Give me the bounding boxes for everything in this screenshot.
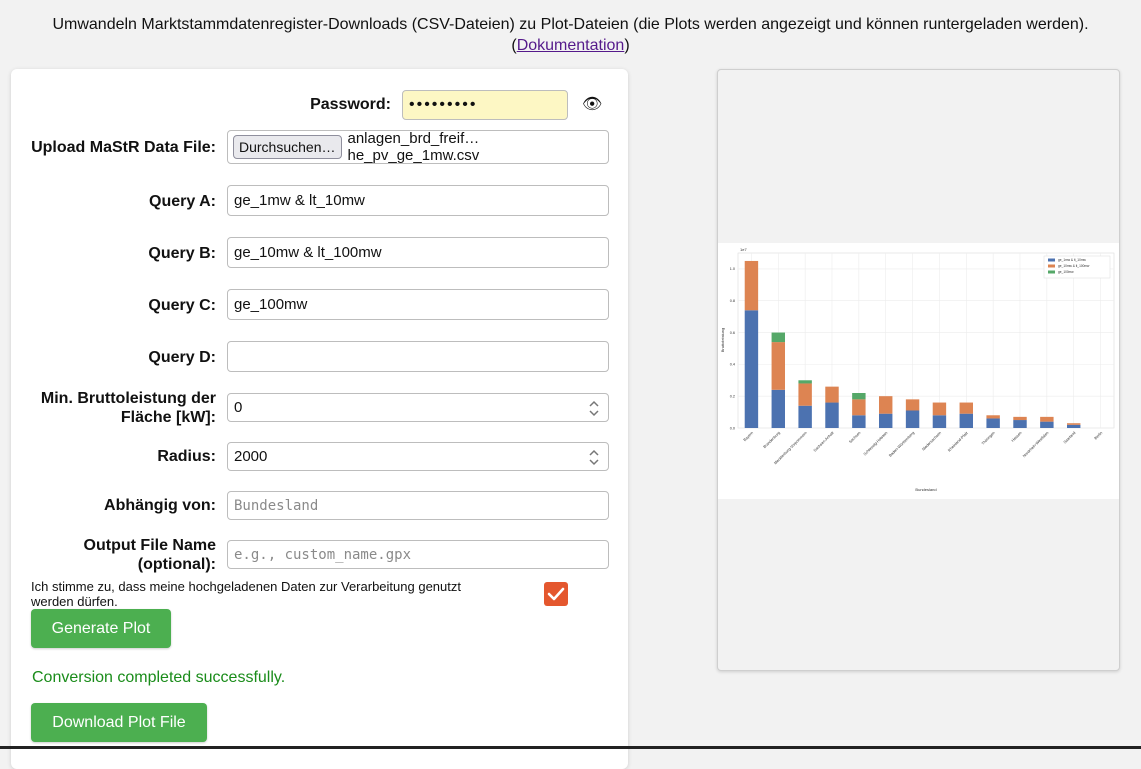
- bar-segment: [1067, 423, 1081, 425]
- browse-button[interactable]: Durchsuchen…: [233, 135, 342, 159]
- depends-input[interactable]: Bundesland: [227, 491, 609, 520]
- x-tick-label: Hessen: [1011, 431, 1023, 443]
- query-a-input[interactable]: ge_1mw & lt_10mw: [227, 185, 609, 216]
- x-tick-label: Sachsen-Anhalt: [813, 430, 835, 452]
- bar-segment: [744, 310, 759, 428]
- y-tick-label: 1.0: [730, 267, 735, 271]
- x-axis-label: Bundesland: [915, 487, 936, 492]
- query-c-input[interactable]: ge_100mw: [227, 289, 609, 320]
- bar-segment: [852, 393, 866, 400]
- generate-plot-button[interactable]: Generate Plot: [31, 609, 171, 648]
- download-plot-button[interactable]: Download Plot File: [31, 703, 207, 742]
- bar-segment: [1040, 421, 1054, 428]
- upload-label: Upload MaStR Data File:: [31, 139, 216, 156]
- bar-segment: [771, 332, 785, 343]
- bar-segment: [986, 418, 1000, 428]
- status-message: Conversion completed successfully.: [32, 669, 286, 686]
- query-b-label: Query B:: [148, 245, 216, 262]
- checkmark-icon: [547, 587, 565, 601]
- bar-segment: [825, 386, 839, 403]
- bar-chart: Bayern BrandenburgMecklenburg-Vorpommern S…: [720, 247, 1115, 492]
- x-tick-label: Nordrhein-Westfalen: [1022, 431, 1049, 458]
- bar-segment: [905, 399, 920, 411]
- bar-segment: [1040, 416, 1054, 422]
- x-tick-label: Saarland: [1063, 431, 1077, 445]
- plot-area: [737, 252, 1115, 429]
- bar-segment: [744, 260, 759, 311]
- plot-image: Bayern Brandenburg Mecklenburg-Vorpommern S…: [718, 243, 1119, 499]
- number-spinner-icon[interactable]: [588, 400, 600, 417]
- min-power-input[interactable]: 0: [227, 393, 609, 422]
- x-tick-label: Schleswig-Holstein: [863, 431, 889, 457]
- chart-legend: ge_1mw & lt_10mw ge_10mw & lt_100mw ge_100…: [1043, 255, 1111, 279]
- consent-checkbox[interactable]: [544, 582, 568, 606]
- bar-segment: [1067, 424, 1081, 428]
- x-tick-label: Bayern: [743, 431, 754, 442]
- password-field[interactable]: •••••••••: [402, 90, 568, 120]
- legend-swatch: [1048, 258, 1055, 262]
- bar-segment: [798, 405, 812, 428]
- bar-segment: [1013, 416, 1027, 421]
- scale-label: 1e7: [740, 247, 747, 252]
- plot-preview-panel: Bayern Brandenburg Mecklenburg-Vorpommern S…: [717, 69, 1120, 671]
- page-description: Umwandeln Marktstammdatenregister-Downlo…: [52, 16, 1089, 33]
- bar-segment: [932, 415, 947, 428]
- bar-segment: [798, 380, 812, 384]
- bar-segment: [852, 399, 866, 416]
- x-tick-label: Sachsen: [848, 431, 861, 444]
- y-axis-label: Bruttoleistung: [720, 328, 725, 352]
- output-name-input[interactable]: e.g., custom_name.gpx: [227, 540, 609, 569]
- bar-segment: [798, 383, 812, 406]
- bar-segment: [959, 413, 973, 428]
- bar-segment: [932, 402, 947, 416]
- form-panel: Password: ••••••••• 👁 Upload MaStR Data …: [11, 69, 628, 769]
- depends-label: Abhängig von:: [104, 497, 216, 514]
- x-tick-label: Baden-Württemberg: [888, 431, 915, 458]
- legend-label: ge_10mw & lt_100mw: [1058, 264, 1090, 268]
- consent-text: Ich stimme zu, dass meine hochgeladenen …: [31, 579, 461, 609]
- y-tick-label: 0.2: [730, 394, 735, 398]
- documentation-line: (Dokumentation): [511, 37, 630, 54]
- y-tick-label: 0.8: [730, 299, 735, 303]
- query-c-label: Query C:: [148, 297, 216, 314]
- legend-label: ge_100mw: [1058, 270, 1074, 274]
- x-tick-label: Brandenburg: [763, 431, 781, 449]
- x-tick-label: Rheinland-Pfalz: [947, 431, 969, 453]
- bar-segment: [771, 342, 785, 390]
- legend-swatch: [1048, 270, 1055, 274]
- query-d-label: Query D:: [148, 349, 216, 366]
- bar-segment: [825, 402, 839, 428]
- bar-segment: [771, 389, 785, 428]
- page-header: Umwandeln Marktstammdatenregister-Downlo…: [0, 14, 1141, 56]
- output-name-label: Output File Name (optional):: [83, 537, 216, 573]
- bar-segment: [905, 410, 920, 428]
- file-name: anlagen_brd_freif…he_pv_ge_1mw.csv: [347, 130, 480, 164]
- bar-segment: [879, 413, 893, 428]
- query-d-input[interactable]: [227, 341, 609, 372]
- file-input[interactable]: Durchsuchen… anlagen_brd_freif…he_pv_ge_…: [227, 130, 609, 164]
- bar-segment: [986, 415, 1000, 419]
- query-b-input[interactable]: ge_10mw & lt_100mw: [227, 237, 609, 268]
- y-tick-label: 0.6: [730, 331, 735, 335]
- y-tick-label: 0.0: [730, 426, 735, 430]
- password-label: Password:: [310, 96, 391, 113]
- bar-segment: [959, 402, 973, 414]
- query-a-label: Query A:: [149, 193, 216, 210]
- x-tick-label: Berlin: [1094, 431, 1104, 441]
- radius-label: Radius:: [157, 448, 216, 465]
- bar-segment: [879, 396, 893, 414]
- x-tick-label: Thüringen: [981, 431, 996, 446]
- number-spinner-icon[interactable]: [588, 449, 600, 466]
- y-tick-label: 0.4: [730, 363, 735, 367]
- legend-label: ge_1mw & lt_10mw: [1058, 258, 1087, 262]
- legend-swatch: [1048, 264, 1055, 268]
- bar-segment: [852, 415, 866, 428]
- documentation-link[interactable]: Dokumentation: [517, 37, 625, 54]
- eye-icon[interactable]: 👁: [582, 96, 602, 114]
- bar-segment: [1013, 420, 1027, 428]
- x-tick-label: Niedersachsen: [921, 431, 942, 452]
- radius-input[interactable]: 2000: [227, 442, 609, 471]
- min-power-label: Min. Bruttoleistung der Fläche [kW]:: [40, 390, 216, 426]
